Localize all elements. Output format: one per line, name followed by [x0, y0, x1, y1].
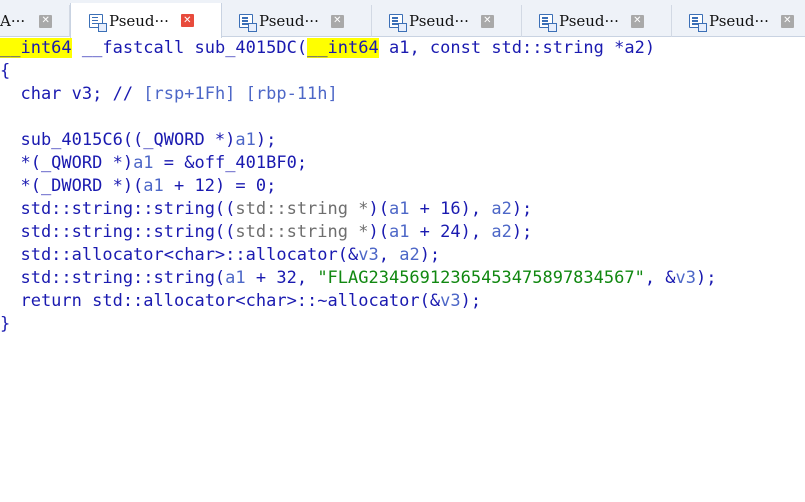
tab-2-close-icon[interactable]: ✕ — [330, 14, 344, 28]
var-a1[interactable]: a1 — [389, 199, 409, 219]
param-list: a1, const std::string *a2) — [378, 38, 656, 58]
tab-bar: A··· ✕ Pseud··· ✕ Pseud··· ✕ Pseud··· ✕ … — [0, 0, 805, 38]
code-line-decl[interactable]: char v3; // [rsp+1Fh] [rbp-11h] — [0, 83, 338, 106]
tab-4-title: Pseud··· — [559, 12, 619, 30]
tab-5-document-icon — [689, 14, 707, 32]
var-a1[interactable]: a1 — [133, 153, 153, 173]
tab-1[interactable]: Pseud··· ✕ — [70, 3, 222, 38]
code-text: ); — [511, 199, 533, 219]
calling-convention: __fastcall — [71, 38, 195, 58]
code-text: std::string::string(( — [0, 222, 236, 242]
tab-1-document-icon — [89, 13, 107, 32]
function-name[interactable]: sub_4015DC( — [194, 38, 307, 58]
code-text: + 24), — [409, 222, 492, 242]
code-text: + 16), — [409, 199, 492, 219]
code-text: , & — [644, 268, 676, 288]
code-text: sub_4015C6((_QWORD *) — [0, 130, 236, 150]
var-a1[interactable]: a1 — [225, 268, 245, 288]
var-a2[interactable]: a2 — [491, 222, 511, 242]
code-text: = &off_401BF0; — [153, 153, 308, 173]
param-type[interactable]: __int64 — [307, 38, 379, 58]
var-a1[interactable]: a1 — [389, 222, 409, 242]
code-text: ); — [696, 268, 717, 288]
tab-2-title: Pseud··· — [259, 12, 319, 30]
code-text: )( — [368, 222, 389, 242]
cast-type: std::string * — [235, 222, 369, 242]
code-text: std::string::string(( — [0, 199, 236, 219]
tab-3[interactable]: Pseud··· ✕ — [372, 5, 522, 37]
var-v3[interactable]: v3 — [676, 268, 696, 288]
tab-1-close-icon[interactable]: ✕ — [180, 14, 194, 27]
decl-comment: [rsp+1Fh] [rbp-11h] — [143, 84, 338, 104]
var-v3[interactable]: v3 — [440, 291, 460, 311]
code-text: + 12) = 0; — [163, 176, 277, 196]
pseudocode-view[interactable]: __int64 __fastcall sub_4015DC(__int64 a1… — [0, 37, 805, 502]
code-text: ); — [511, 222, 533, 242]
var-a1[interactable]: a1 — [143, 176, 163, 196]
code-text: return std::allocator<char>::~allocator(… — [0, 291, 441, 311]
code-text: *(_QWORD *) — [0, 153, 134, 173]
tab-3-document-icon — [389, 14, 407, 32]
tab-1-title: Pseud··· — [109, 11, 169, 30]
code-text: ); — [255, 130, 277, 150]
var-a1[interactable]: a1 — [235, 130, 255, 150]
tab-5-close-icon[interactable]: ✕ — [780, 14, 794, 28]
code-line-3[interactable]: *(_DWORD *)(a1 + 12) = 0; — [0, 175, 276, 198]
tab-5[interactable]: Pseud··· ✕ — [672, 5, 805, 37]
tab-0[interactable]: A··· ✕ — [0, 5, 70, 37]
var-v3[interactable]: v3 — [358, 245, 378, 265]
tab-3-title: Pseud··· — [409, 12, 469, 30]
tab-5-title: Pseud··· — [709, 12, 769, 30]
tab-4[interactable]: Pseud··· ✕ — [522, 5, 672, 37]
tab-4-document-icon — [539, 14, 557, 32]
code-line-4[interactable]: std::string::string((std::string *)(a1 +… — [0, 198, 532, 221]
tab-0-close-icon[interactable]: ✕ — [39, 14, 53, 28]
decl-text: char v3; // — [0, 84, 144, 104]
var-a2[interactable]: a2 — [399, 245, 419, 265]
tab-0-title: A··· — [0, 12, 26, 30]
var-a2[interactable]: a2 — [491, 199, 511, 219]
code-line-2[interactable]: *(_QWORD *)a1 = &off_401BF0; — [0, 152, 307, 175]
code-line-8[interactable]: return std::allocator<char>::~allocator(… — [0, 290, 481, 313]
code-line-open-brace: { — [0, 61, 11, 81]
code-line-6[interactable]: std::allocator<char>::allocator(&v3, a2)… — [0, 244, 440, 267]
code-text: *(_DWORD *)( — [0, 176, 144, 196]
code-line-signature[interactable]: __int64 __fastcall sub_4015DC(__int64 a1… — [0, 37, 655, 60]
tab-2-document-icon — [239, 14, 257, 32]
flag-string-literal[interactable]: "FLAG23456912365453475897834567" — [317, 268, 645, 288]
code-text: , — [378, 245, 400, 265]
tab-3-close-icon[interactable]: ✕ — [480, 14, 494, 28]
code-text: ); — [419, 245, 441, 265]
code-text: ); — [460, 291, 482, 311]
code-line-7[interactable]: std::string::string(a1 + 32, "FLAG234569… — [0, 267, 717, 290]
code-text: std::string::string( — [0, 268, 226, 288]
return-type[interactable]: __int64 — [0, 38, 72, 58]
code-text: + 32, — [245, 268, 318, 288]
cast-type: std::string * — [235, 199, 369, 219]
tab-2[interactable]: Pseud··· ✕ — [222, 5, 372, 37]
code-text: )( — [368, 199, 389, 219]
code-line-close-brace: } — [0, 314, 11, 334]
code-line-5[interactable]: std::string::string((std::string *)(a1 +… — [0, 221, 532, 244]
tab-4-close-icon[interactable]: ✕ — [630, 14, 644, 28]
code-line-1[interactable]: sub_4015C6((_QWORD *)a1); — [0, 129, 276, 152]
code-text: std::allocator<char>::allocator(& — [0, 245, 359, 265]
